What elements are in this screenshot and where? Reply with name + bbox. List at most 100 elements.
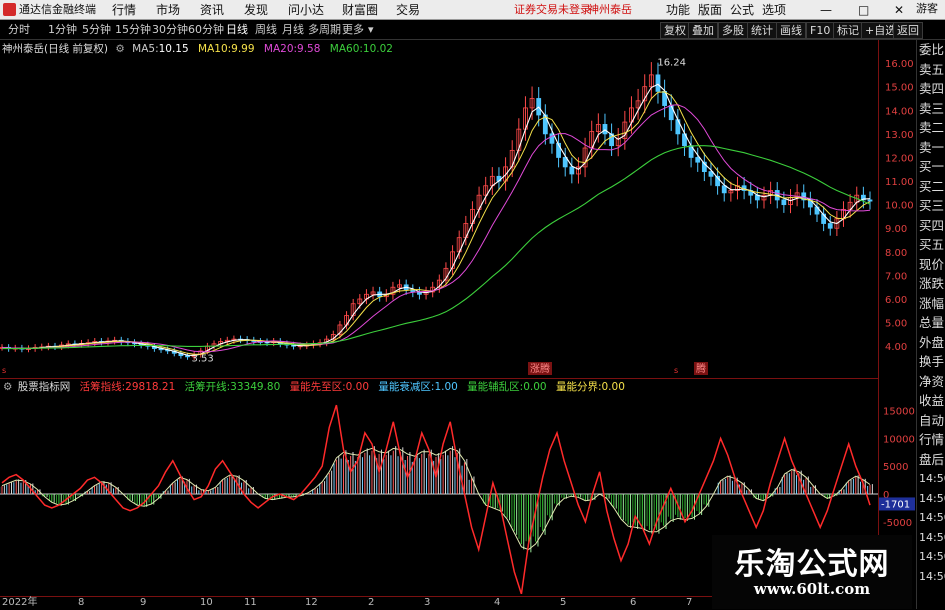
signal-marker-2: s (674, 366, 678, 375)
side-panel-item[interactable]: 买三 (919, 198, 944, 214)
menu-item-zixun[interactable]: 资讯 (200, 2, 224, 18)
menu-item-gongshi[interactable]: 公式 (730, 2, 754, 18)
side-panel-item[interactable]: 总量 (919, 315, 944, 331)
side-panel-item[interactable]: 卖二 (919, 120, 944, 136)
date-label: 3 (424, 597, 431, 608)
menu-item-shichang[interactable]: 市场 (156, 2, 180, 18)
period-monthly[interactable]: 月线 (282, 23, 304, 37)
side-panel-item[interactable]: 卖四 (919, 81, 944, 97)
quote-side-panel: 委比卖五卖四卖三卖二卖一买一买二买三买四买五现价涨跌涨幅总量外盘换手净资收益自动… (916, 40, 945, 609)
app-logo-icon (3, 3, 16, 16)
app-title: 通达信金融终端 (19, 3, 96, 16)
price-tick-label: 16.00 (885, 59, 914, 70)
period-15min[interactable]: 15分钟 (115, 23, 151, 37)
mark-button[interactable]: 标记 (833, 22, 863, 39)
period-60min[interactable]: 60分钟 (188, 23, 224, 37)
candlestick-chart[interactable]: 16.24 3.53 s 涨腾 s 腾 (0, 40, 878, 378)
indicator-name: 股票指标网 (17, 381, 71, 393)
side-panel-item[interactable]: 盘后 (919, 452, 944, 468)
side-panel-item[interactable]: 卖一 (919, 140, 944, 156)
menu-item-caifuquan[interactable]: 财富圈 (342, 2, 378, 18)
more-dropdown-icon[interactable]: ▾ (368, 23, 374, 37)
candle-body (655, 74, 661, 92)
side-panel-item[interactable]: 净资 (919, 374, 944, 390)
stats-button[interactable]: 统计 (747, 22, 777, 39)
side-panel-item[interactable]: 14:50 (919, 471, 945, 487)
menu-item-jiaoyi[interactable]: 交易 (396, 2, 420, 18)
side-panel-item[interactable]: 买一 (919, 159, 944, 175)
side-panel-item[interactable]: 收益 (919, 393, 944, 409)
maximize-button[interactable]: □ (858, 2, 869, 18)
volume-boundary-label: 量能分界: (555, 381, 602, 393)
draw-line-button[interactable]: 画线 (776, 22, 806, 39)
menu-item-wenxiaoda[interactable]: 问小达 (288, 2, 324, 18)
close-button[interactable]: ✕ (894, 2, 904, 18)
menu-item-xuanxiang[interactable]: 选项 (762, 2, 786, 18)
ma10-line (1, 91, 871, 355)
indicator-tick-label: 5000 (883, 462, 908, 473)
indicator-tick-label: -1701 (881, 499, 910, 510)
overlay-button[interactable]: 叠加 (688, 22, 718, 39)
period-more[interactable]: 更多 (342, 23, 364, 37)
period-fenshi[interactable]: 分时 (8, 23, 30, 37)
side-panel-item[interactable]: 卖五 (919, 62, 944, 78)
site-watermark: 乐淘公式网 www.60lt.com (712, 535, 912, 609)
candle-body (867, 199, 873, 202)
side-panel-item[interactable]: 14:50 (919, 491, 945, 507)
period-daily[interactable]: 日线 (226, 23, 248, 37)
period-multi[interactable]: 多周期 (308, 23, 341, 37)
menu-item-hangqing[interactable]: 行情 (112, 2, 136, 18)
side-panel-item[interactable]: 外盘 (919, 335, 944, 351)
menu-item-faxian[interactable]: 发现 (244, 2, 268, 18)
signal-marker: s (2, 366, 6, 375)
ma20-line (1, 104, 871, 353)
menu-item-banmian[interactable]: 版面 (698, 2, 722, 18)
side-panel-item[interactable]: 涨跌 (919, 276, 944, 292)
top-menu-bar: 通达信金融终端 行情 市场 资讯 发现 问小达 财富圈 交易 证券交易未登录 神… (0, 0, 945, 20)
side-panel-item[interactable]: 14:50 (919, 549, 945, 565)
side-panel-item[interactable]: 14:50 (919, 530, 945, 546)
indicator-settings-icon[interactable]: ⚙ (3, 381, 12, 393)
high-price-annotation: 16.24 (657, 57, 686, 68)
side-panel-item[interactable]: 14:50 (919, 569, 945, 585)
period-weekly[interactable]: 周线 (255, 23, 277, 37)
login-warning[interactable]: 证券交易未登录 (514, 2, 591, 18)
tag-label-2: 腾 (696, 362, 706, 375)
minimize-button[interactable]: — (820, 2, 832, 18)
side-panel-item[interactable]: 买四 (919, 218, 944, 234)
side-panel-item[interactable]: 行情 (919, 432, 944, 448)
side-panel-item[interactable]: 买二 (919, 179, 944, 195)
side-panel-item[interactable]: 涨幅 (919, 296, 944, 312)
watermark-url: www.60lt.com (753, 580, 871, 598)
menu-item-gongneng[interactable]: 功能 (666, 2, 690, 18)
side-panel-item[interactable]: 自动 (919, 413, 944, 429)
period-30min[interactable]: 30分钟 (152, 23, 188, 37)
price-tick-label: 9.00 (885, 224, 907, 235)
period-1min[interactable]: 1分钟 (48, 23, 77, 37)
price-tick-label: 10.00 (885, 201, 914, 212)
guest-label[interactable]: 游客 (916, 1, 938, 17)
f10-button[interactable]: F10 (806, 22, 835, 39)
side-panel-item[interactable]: 卖三 (919, 101, 944, 117)
volume-aux-value: 0.00 (523, 381, 547, 393)
candle-body (721, 185, 727, 194)
side-panel-item[interactable]: 委比 (919, 42, 944, 58)
side-panel-item[interactable]: 换手 (919, 354, 944, 370)
price-tick-label: 6.00 (885, 295, 907, 306)
price-tick-label: 8.00 (885, 248, 907, 259)
volume-aux-label: 量能辅乱区: (467, 381, 524, 393)
side-panel-item[interactable]: 现价 (919, 257, 944, 273)
open-line-value: 33349.80 (230, 381, 281, 393)
volume-decay-value: 1.00 (434, 381, 458, 393)
low-price-annotation: 3.53 (192, 353, 214, 364)
ma5-line (1, 83, 871, 357)
date-label: 6 (630, 597, 637, 608)
side-panel-item[interactable]: 14:50 (919, 510, 945, 526)
current-stock-name: 神州泰岳 (588, 3, 632, 16)
multi-stock-button[interactable]: 多股 (718, 22, 748, 39)
side-panel-item[interactable]: 买五 (919, 237, 944, 253)
fuquan-button[interactable]: 复权 (660, 22, 690, 39)
back-button[interactable]: 返回 (893, 22, 923, 39)
period-5min[interactable]: 5分钟 (82, 23, 111, 37)
candle-body (781, 199, 787, 206)
